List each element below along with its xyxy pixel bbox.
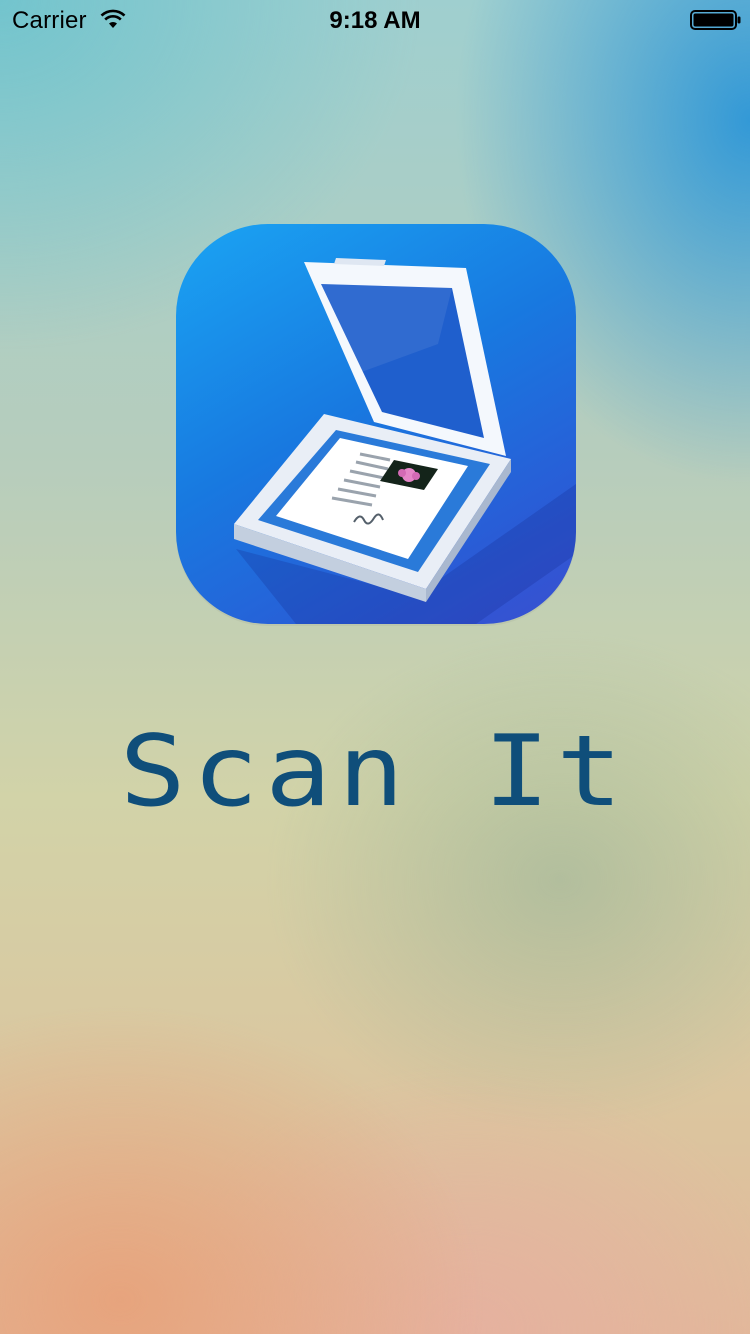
scanner-icon <box>234 258 576 624</box>
app-title: Scan It <box>119 715 630 829</box>
app-logo <box>176 224 576 624</box>
status-bar: Carrier 9:18 AM <box>0 0 750 40</box>
status-time: 9:18 AM <box>329 7 421 34</box>
battery-icon <box>690 10 741 30</box>
